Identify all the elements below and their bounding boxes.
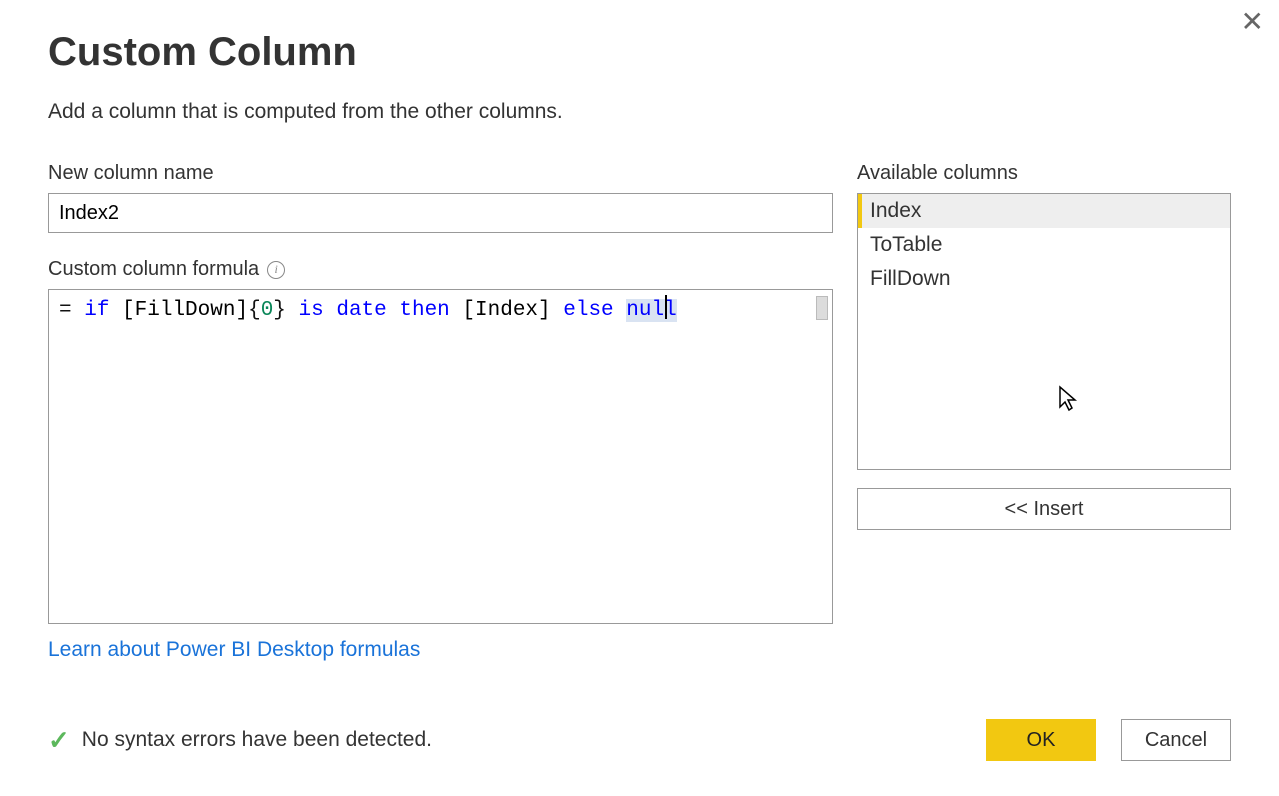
dialog-title: Custom Column	[48, 30, 1231, 75]
text-cursor	[665, 295, 667, 319]
check-icon: ✓	[48, 725, 70, 756]
dialog-subtitle: Add a column that is computed from the o…	[48, 100, 1231, 124]
column-name-label: New column name	[48, 162, 833, 185]
column-item-index[interactable]: Index	[858, 194, 1230, 228]
column-item-filldown[interactable]: FillDown	[858, 262, 1230, 296]
close-button[interactable]: ✕	[1241, 8, 1264, 36]
column-name-input[interactable]	[48, 193, 833, 233]
scroll-indicator	[816, 296, 828, 320]
insert-button[interactable]: << Insert	[857, 488, 1231, 530]
formula-editor[interactable]: = if [FillDown]{0} is date then [Index] …	[48, 289, 833, 624]
column-item-totable[interactable]: ToTable	[858, 228, 1230, 262]
status-message: ✓ No syntax errors have been detected.	[48, 725, 432, 756]
available-columns-list[interactable]: Index ToTable FillDown	[857, 193, 1231, 470]
available-columns-label: Available columns	[857, 162, 1231, 185]
learn-more-link[interactable]: Learn about Power BI Desktop formulas	[48, 638, 420, 662]
info-icon[interactable]: i	[267, 261, 285, 279]
formula-label: Custom column formula i	[48, 258, 833, 281]
cancel-button[interactable]: Cancel	[1121, 719, 1231, 761]
ok-button[interactable]: OK	[986, 719, 1096, 761]
